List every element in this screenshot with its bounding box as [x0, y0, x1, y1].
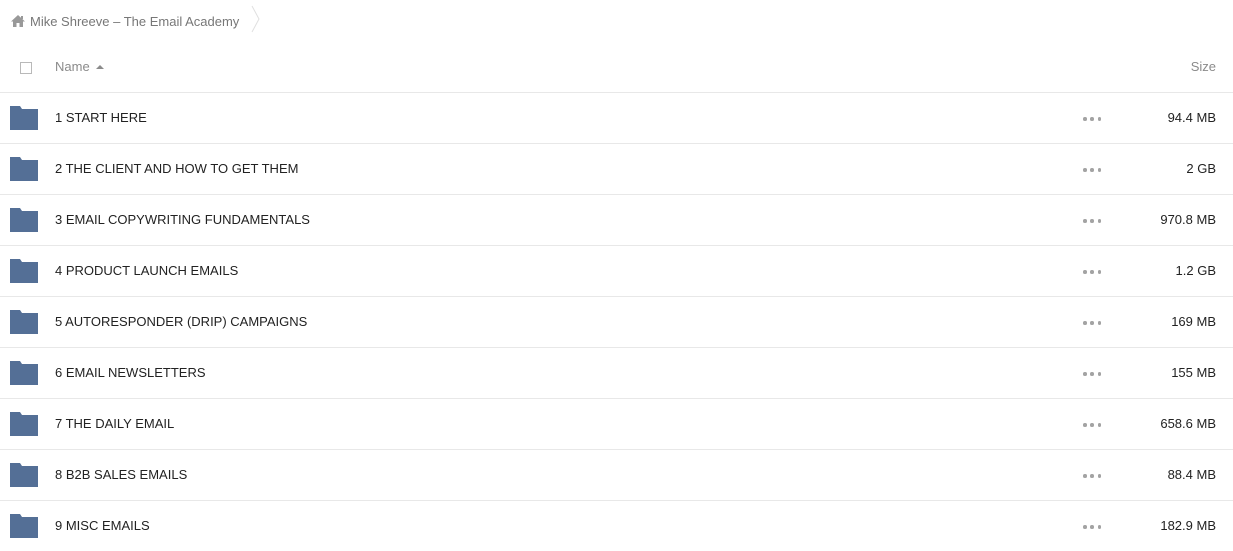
folder-size: 169 MB — [1171, 314, 1216, 329]
table-row[interactable]: 6 EMAIL NEWSLETTERS 155 MB — [0, 348, 1233, 399]
folder-icon — [10, 514, 38, 543]
folder-name[interactable]: 6 EMAIL NEWSLETTERS — [55, 365, 206, 380]
more-options-icon[interactable] — [1083, 164, 1101, 176]
folder-name[interactable]: 7 THE DAILY EMAIL — [55, 416, 174, 431]
breadcrumb-root[interactable]: Mike Shreeve – The Email Academy — [10, 14, 239, 29]
select-all-checkbox[interactable] — [20, 62, 32, 74]
folder-name[interactable]: 1 START HERE — [55, 110, 147, 125]
folder-icon — [10, 310, 38, 339]
table-header: Name Size — [0, 43, 1233, 93]
breadcrumb-separator-icon — [251, 5, 261, 38]
table-row[interactable]: 9 MISC EMAILS 182.9 MB — [0, 501, 1233, 551]
folder-name[interactable]: 5 AUTORESPONDER (DRIP) CAMPAIGNS — [55, 314, 307, 329]
more-options-icon[interactable] — [1083, 317, 1101, 329]
table-row[interactable]: 2 THE CLIENT AND HOW TO GET THEM 2 GB — [0, 144, 1233, 195]
table-row[interactable]: 5 AUTORESPONDER (DRIP) CAMPAIGNS 169 MB — [0, 297, 1233, 348]
folder-icon — [10, 208, 38, 237]
breadcrumb: Mike Shreeve – The Email Academy — [10, 5, 261, 34]
table-row[interactable]: 7 THE DAILY EMAIL 658.6 MB — [0, 399, 1233, 450]
folder-size: 155 MB — [1171, 365, 1216, 380]
file-list: 1 START HERE 94.4 MB 2 THE CLIENT AND HOW … — [0, 93, 1233, 551]
more-options-icon[interactable] — [1083, 266, 1101, 278]
folder-icon — [10, 412, 38, 441]
folder-icon — [10, 463, 38, 492]
more-options-icon[interactable] — [1083, 215, 1101, 227]
folder-icon — [10, 157, 38, 186]
file-browser: Mike Shreeve – The Email Academy Name Si… — [0, 0, 1233, 551]
name-column-header[interactable]: Name — [55, 59, 104, 74]
table-row[interactable]: 4 PRODUCT LAUNCH EMAILS 1.2 GB — [0, 246, 1233, 297]
folder-name[interactable]: 2 THE CLIENT AND HOW TO GET THEM — [55, 161, 298, 176]
sort-ascending-icon — [95, 65, 104, 69]
table-row[interactable]: 1 START HERE 94.4 MB — [0, 93, 1233, 144]
folder-name[interactable]: 3 EMAIL COPYWRITING FUNDAMENTALS — [55, 212, 310, 227]
folder-icon — [10, 106, 38, 135]
folder-size: 94.4 MB — [1167, 110, 1216, 125]
folder-name[interactable]: 9 MISC EMAILS — [55, 518, 150, 533]
folder-size: 2 GB — [1186, 161, 1216, 176]
folder-size: 658.6 MB — [1160, 416, 1216, 431]
more-options-icon[interactable] — [1083, 368, 1101, 380]
folder-icon — [10, 259, 38, 288]
more-options-icon[interactable] — [1083, 470, 1101, 482]
more-options-icon[interactable] — [1083, 113, 1101, 125]
size-column-header[interactable]: Size — [1191, 59, 1216, 74]
more-options-icon[interactable] — [1083, 419, 1101, 431]
folder-name[interactable]: 8 B2B SALES EMAILS — [55, 467, 187, 482]
folder-size: 88.4 MB — [1167, 467, 1216, 482]
more-options-icon[interactable] — [1083, 521, 1101, 533]
folder-icon — [10, 361, 38, 390]
folder-size: 182.9 MB — [1160, 518, 1216, 533]
breadcrumb-title: Mike Shreeve – The Email Academy — [30, 13, 240, 29]
table-row[interactable]: 8 B2B SALES EMAILS 88.4 MB — [0, 450, 1233, 501]
table-row[interactable]: 3 EMAIL COPYWRITING FUNDAMENTALS 970.8 MB — [0, 195, 1233, 246]
folder-size: 1.2 GB — [1175, 263, 1216, 278]
name-column-label: Name — [55, 59, 90, 74]
home-icon — [10, 14, 26, 28]
folder-size: 970.8 MB — [1160, 212, 1216, 227]
folder-name[interactable]: 4 PRODUCT LAUNCH EMAILS — [55, 263, 238, 278]
